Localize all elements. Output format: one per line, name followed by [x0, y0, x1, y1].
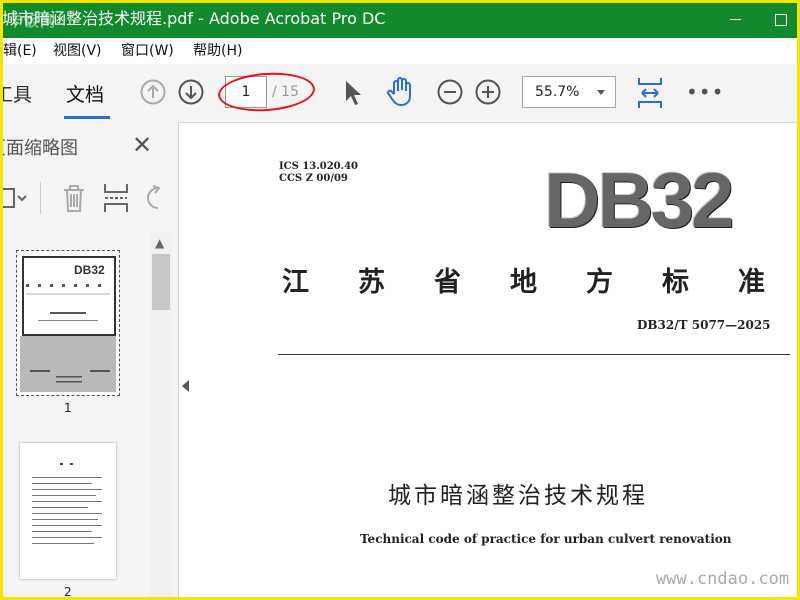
minimize-button[interactable] — [712, 0, 758, 38]
standard-code-logo: DB32 — [544, 156, 734, 244]
document-title-cn: 城市暗涵整治技术规程 — [388, 483, 648, 509]
maximize-button[interactable] — [758, 0, 800, 38]
menu-edit[interactable]: 辑(E) — [3, 38, 37, 64]
toolbar-divider — [40, 182, 41, 214]
extract-pages-icon[interactable] — [102, 182, 130, 214]
zoom-value: 55.7% — [535, 84, 580, 100]
title-bar: 城市暗涵整治技术规程.pdf - Adobe Acrobat Pro DC 卡饭… — [0, 0, 800, 38]
thumbnail-preview: DB32 — [26, 263, 110, 383]
window-title: 城市暗涵整治技术规程.pdf - Adobe Acrobat Pro DC — [2, 9, 386, 28]
select-cursor-icon[interactable] — [343, 79, 363, 107]
active-tab-indicator — [64, 116, 110, 119]
collapse-panel-icon[interactable] — [182, 380, 189, 392]
maximize-icon — [775, 13, 787, 26]
panel-title: 页面缩略图 — [0, 138, 78, 159]
zoom-out-icon[interactable] — [437, 79, 463, 105]
menu-help[interactable]: 帮助(H) — [193, 38, 242, 64]
province-standard-title: 江苏省地方标准 — [282, 267, 800, 298]
zoom-select[interactable]: 55.7% — [522, 76, 616, 108]
document-title-en: Technical code of practice for urban cul… — [360, 532, 732, 546]
tab-document[interactable]: 文档 — [66, 80, 104, 107]
divider-line — [278, 354, 790, 355]
menu-bar: 辑(E) 视图(V) 窗口(W) 帮助(H) — [0, 38, 800, 64]
previous-page-icon[interactable] — [140, 79, 166, 105]
thumbnail-preview — [32, 463, 102, 544]
thumbnail-label: 1 — [64, 401, 72, 415]
close-icon[interactable]: ✕ — [132, 131, 152, 159]
page-thumbnail-2[interactable] — [20, 443, 116, 579]
svg-text:DB32: DB32 — [74, 263, 105, 277]
menu-view[interactable]: 视图(V) — [53, 38, 102, 64]
scrollbar-thumb[interactable] — [152, 254, 170, 310]
more-options-icon[interactable]: ••• — [686, 80, 724, 104]
zoom-in-icon[interactable] — [475, 79, 501, 105]
hand-tool-icon[interactable] — [386, 76, 416, 108]
logo-watermark: 卡饭网 — [8, 12, 57, 30]
site-watermark: www.cndao.com — [656, 569, 790, 589]
next-page-icon[interactable] — [178, 79, 204, 105]
page-thumbnail-1[interactable]: DB32 — [16, 250, 120, 396]
ics-code: ICS 13.020.40 CCS Z 00/09 — [279, 161, 359, 184]
scroll-up-icon[interactable]: ▲ — [155, 236, 164, 250]
thumbnail-label: 2 — [64, 585, 72, 599]
menu-window[interactable]: 窗口(W) — [121, 38, 174, 64]
rotate-icon[interactable] — [142, 184, 166, 212]
standard-number: DB32/T 5077—2025 — [637, 318, 771, 332]
fit-page-icon[interactable] — [636, 76, 664, 110]
chevron-down-icon — [597, 90, 605, 95]
trash-icon[interactable] — [60, 182, 88, 214]
thumbnail-options-icon[interactable] — [0, 183, 30, 213]
minimize-icon — [729, 19, 741, 20]
tab-tools[interactable]: 工具 — [0, 80, 32, 107]
